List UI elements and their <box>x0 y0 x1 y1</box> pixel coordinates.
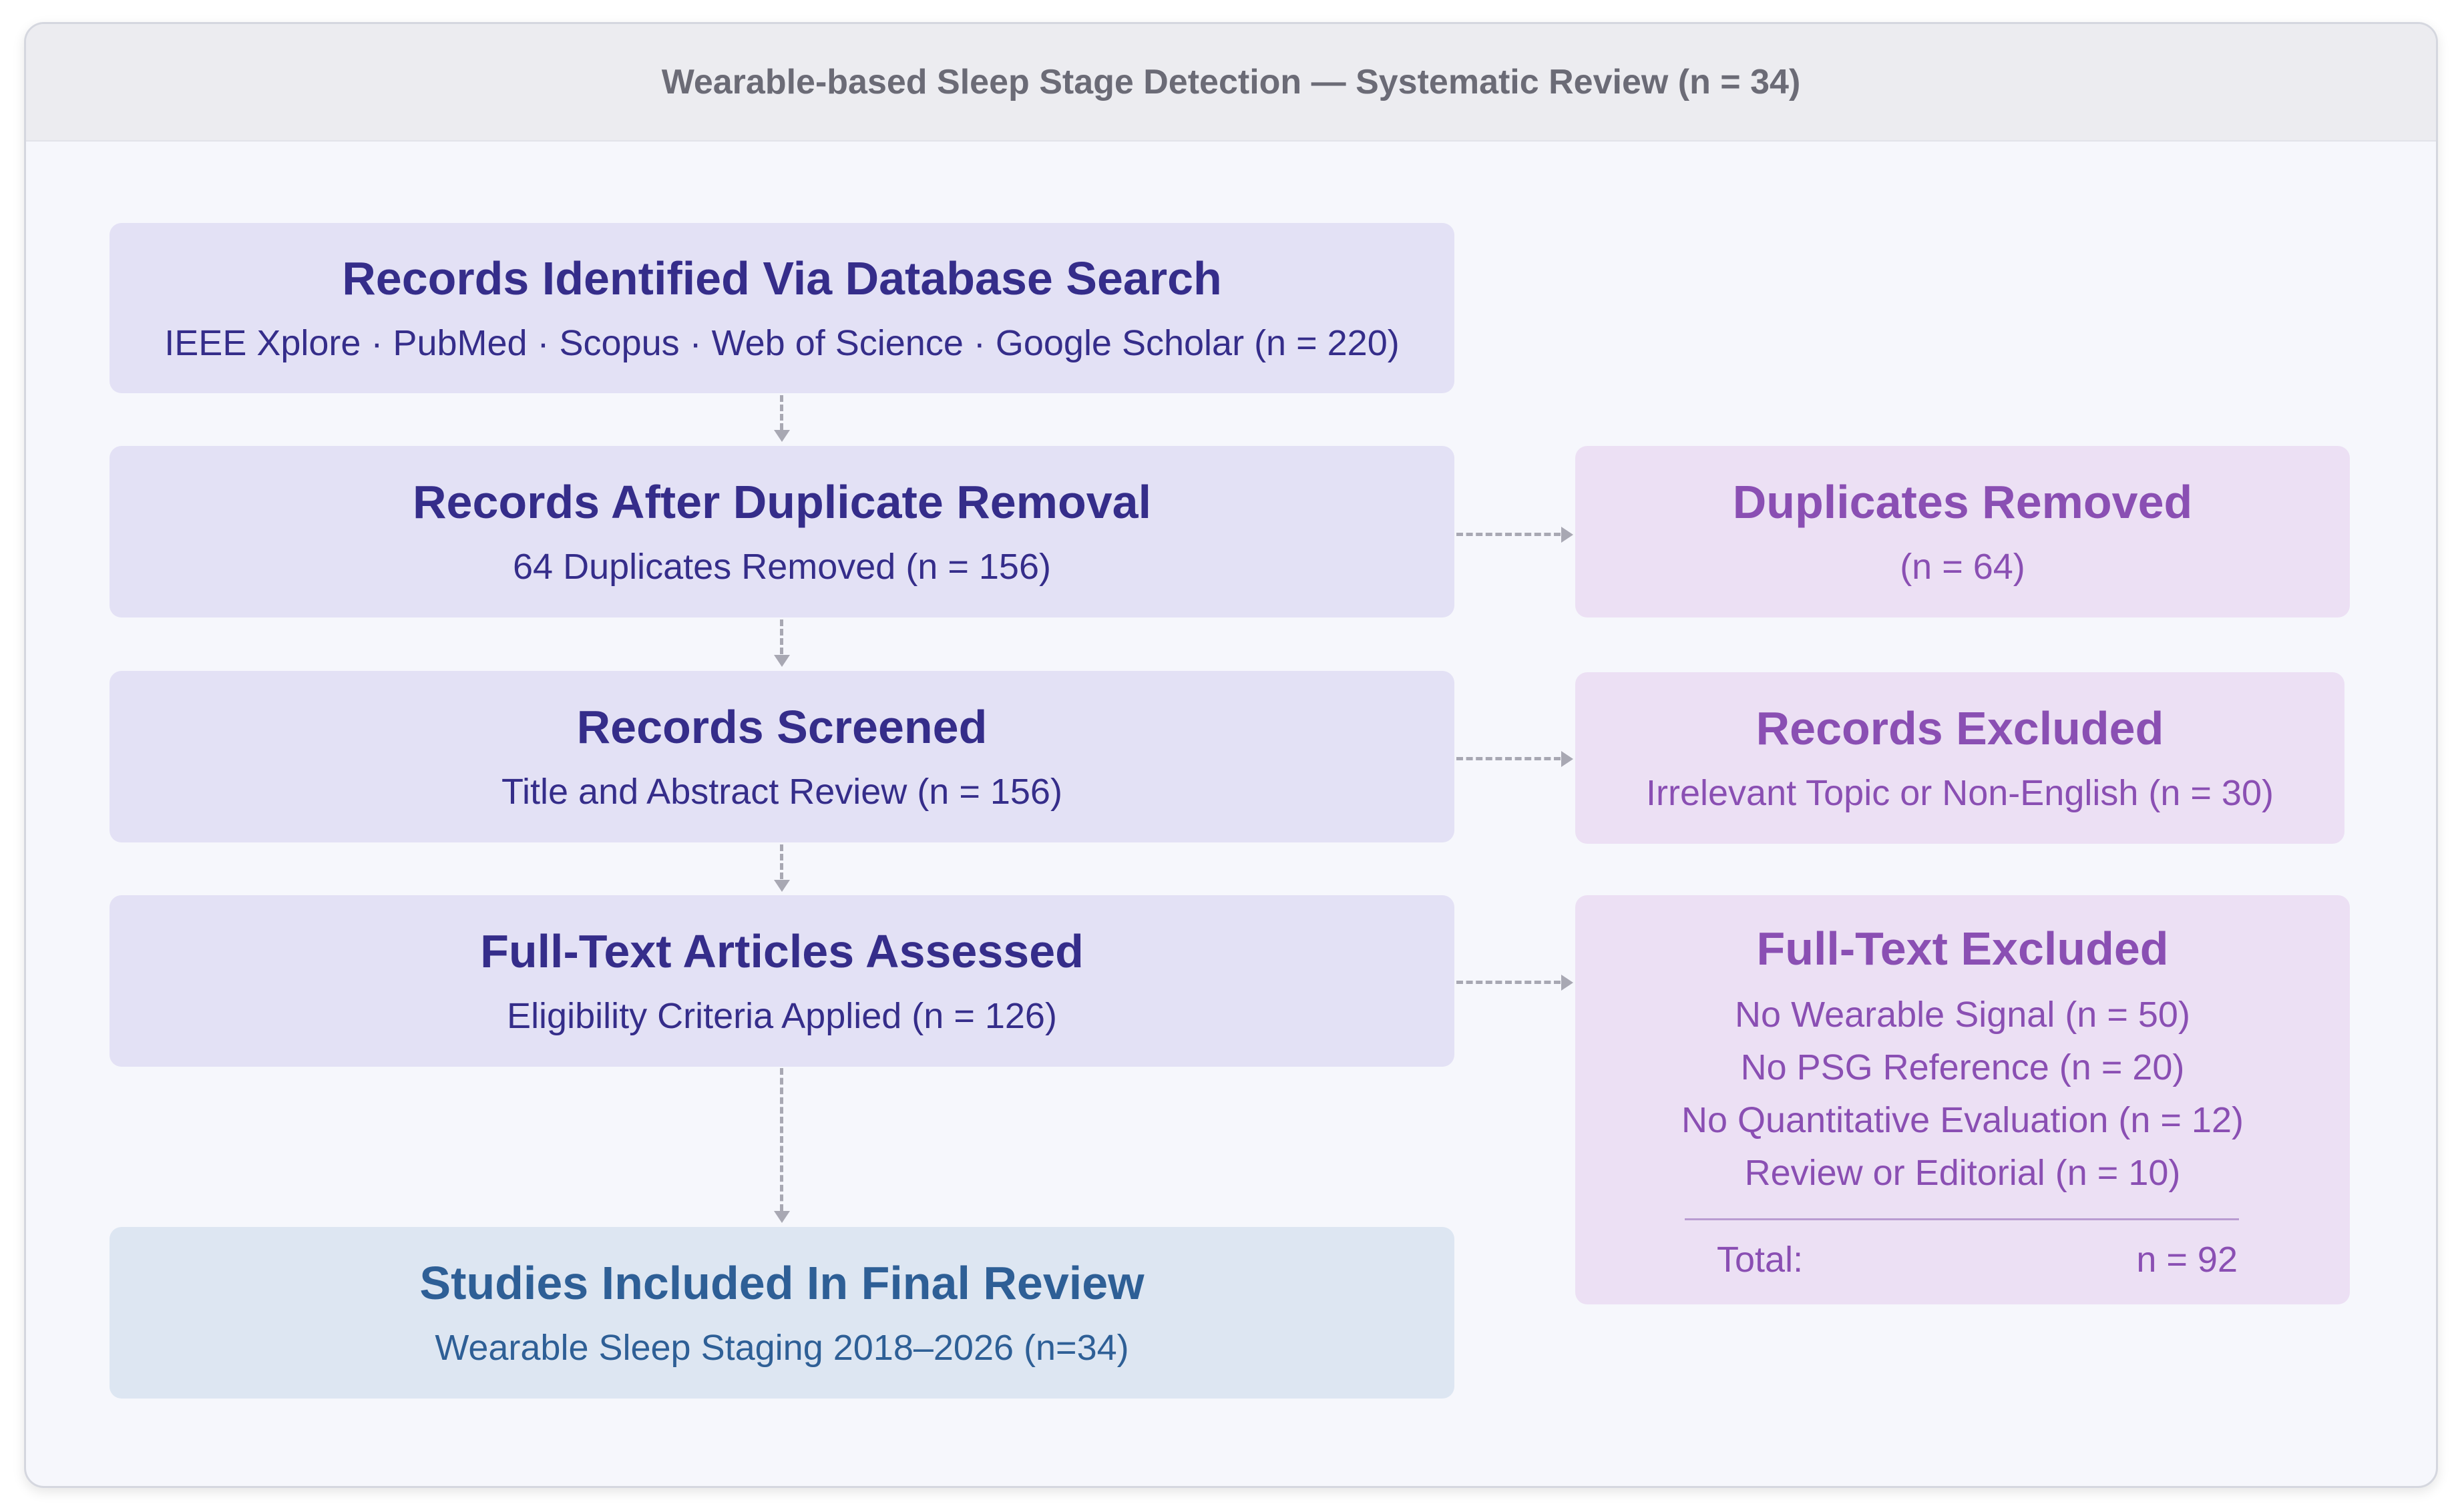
reason-item: No PSG Reference (n = 20) <box>1740 1047 2185 1087</box>
arrow-head <box>774 655 790 667</box>
dedup-title: Records After Duplicate Removal <box>412 475 1152 528</box>
fulltext-excluded-box: Full-Text Excluded No Wearable Signal (n… <box>1575 895 2350 1304</box>
diagram-title: Wearable-based Sleep Stage Detection — S… <box>26 24 2436 142</box>
connector-dedup-screened <box>780 619 783 654</box>
screened-title: Records Screened <box>576 700 988 753</box>
reason-item: Review or Editorial (n = 10) <box>1744 1153 2181 1193</box>
fulltext-title: Full-Text Articles Assessed <box>480 925 1084 977</box>
duplicates-removed-count: (n = 64) <box>1900 546 2025 587</box>
identified-subtitle: IEEE Xplore · PubMed · Scopus · Web of S… <box>164 322 1400 363</box>
duplicates-removed-box: Duplicates Removed (n = 64) <box>1575 446 2350 617</box>
total-divider <box>1685 1218 2239 1220</box>
fulltext-subtitle: Eligibility Criteria Applied (n = 126) <box>507 995 1057 1036</box>
identified-box: Records Identified Via Database Search I… <box>110 223 1454 393</box>
connector-screened-fulltext <box>780 844 783 879</box>
arrow-head <box>774 430 790 442</box>
exclusion-reasons: No Wearable Signal (n = 50) No PSG Refer… <box>1681 989 2244 1200</box>
records-excluded-title: Records Excluded <box>1756 702 2164 754</box>
dedup-box: Records After Duplicate Removal 64 Dupli… <box>110 446 1454 617</box>
duplicates-removed-title: Duplicates Removed <box>1732 475 2193 528</box>
dedup-subtitle: 64 Duplicates Removed (n = 156) <box>513 546 1051 587</box>
arrow-head <box>774 880 790 892</box>
included-box: Studies Included In Final Review Wearabl… <box>110 1227 1454 1399</box>
fulltext-excluded-title: Full-Text Excluded <box>1756 923 2169 975</box>
reason-item: No Quantitative Evaluation (n = 12) <box>1681 1100 2244 1140</box>
connector-identified-dedup <box>780 395 783 430</box>
identified-title: Records Identified Via Database Search <box>342 252 1222 304</box>
connector-fulltext-excluded <box>1456 981 1561 984</box>
screened-box: Records Screened Title and Abstract Revi… <box>110 671 1454 842</box>
included-title: Studies Included In Final Review <box>419 1256 1145 1309</box>
screened-subtitle: Title and Abstract Review (n = 156) <box>501 771 1062 812</box>
total-row: Total: n = 92 <box>1717 1239 2238 1280</box>
total-label: Total: <box>1717 1240 1804 1280</box>
arrow-head <box>774 1211 790 1223</box>
arrow-head <box>1561 975 1573 991</box>
fulltext-box: Full-Text Articles Assessed Eligibility … <box>110 895 1454 1067</box>
arrow-head <box>1561 527 1573 543</box>
records-excluded-box: Records Excluded Irrelevant Topic or Non… <box>1575 672 2344 844</box>
connector-fulltext-included <box>780 1068 783 1211</box>
total-value: n = 92 <box>2136 1240 2238 1280</box>
arrow-head <box>1561 751 1573 767</box>
connector-screened-excluded <box>1456 757 1561 760</box>
connector-dedup-duplicates <box>1456 533 1561 536</box>
records-excluded-reason: Irrelevant Topic or Non-English (n = 30) <box>1646 772 2274 813</box>
reason-item: No Wearable Signal (n = 50) <box>1735 995 2190 1035</box>
included-subtitle: Wearable Sleep Staging 2018–2026 (n=34) <box>435 1327 1129 1368</box>
